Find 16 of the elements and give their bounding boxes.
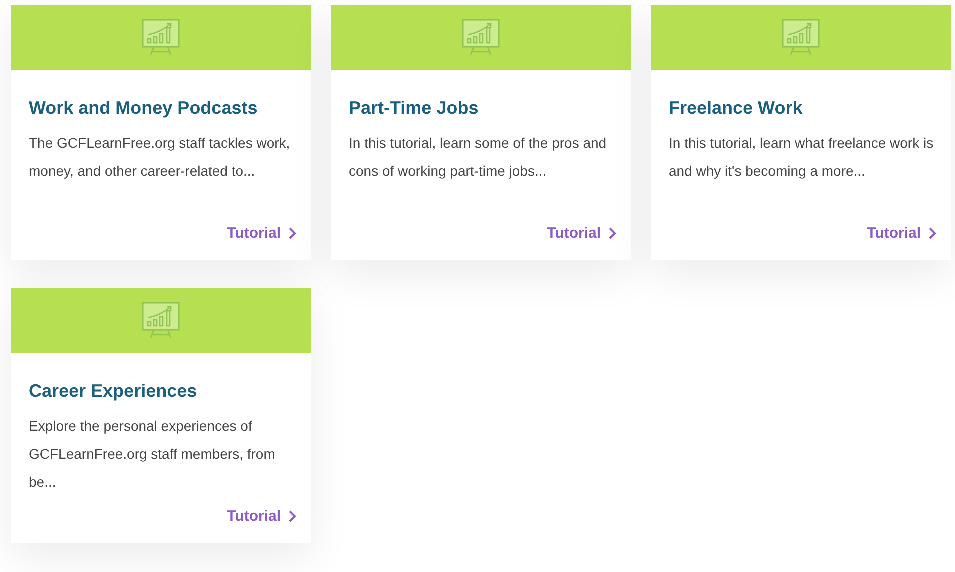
card-title: Career Experiences	[29, 381, 198, 402]
card-description: In this tutorial, learn some of the pros and cons of working part-time jobs...	[349, 134, 608, 181]
tutorial-link[interactable]: Tutorial	[227, 508, 297, 525]
card-title: Freelance Work	[669, 98, 804, 119]
card-description: The GCFLearnFree.org staff tackles work, money, and other career-related to...	[29, 134, 292, 181]
chevron-right-icon	[928, 227, 937, 240]
chevron-right-icon	[288, 227, 297, 240]
tutorial-link[interactable]: Tutorial	[547, 225, 617, 242]
card-description: In this tutorial, learn what freelance work is and why it's becoming a more...	[669, 134, 935, 181]
card-description: Explore the personal experiences of GCFLearnFree.org staff members, from be...	[29, 417, 276, 492]
card-title: Part-Time Jobs	[349, 98, 480, 119]
card-title: Work and Money Podcasts	[29, 98, 259, 119]
tutorial-link[interactable]: Tutorial	[867, 225, 937, 242]
chevron-right-icon	[608, 227, 617, 240]
chevron-right-icon	[288, 510, 297, 523]
tutorial-link[interactable]: Tutorial	[227, 225, 297, 242]
